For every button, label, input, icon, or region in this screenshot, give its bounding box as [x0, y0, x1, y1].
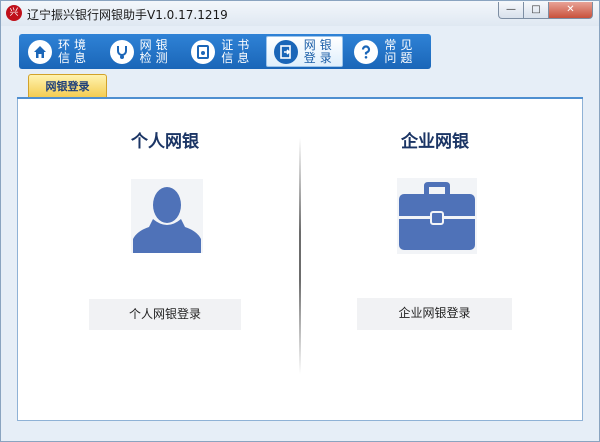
toolbar-item-label: 网银 检测	[139, 37, 172, 65]
person-icon	[131, 179, 203, 253]
corporate-banking-title: 企业网银	[401, 132, 469, 152]
personal-banking-title: 个人网银	[131, 132, 199, 152]
close-button[interactable]: ✕	[549, 2, 593, 19]
login-icon	[273, 39, 298, 64]
tab-online-banking-login[interactable]: 网银登录	[28, 74, 107, 99]
app-window: 兴 辽宁振兴银行网银助手V1.0.17.1219 — □ ✕ 环境 信息 网银 检测	[0, 0, 600, 442]
minimize-button[interactable]: —	[498, 2, 524, 19]
tab-underline	[17, 97, 583, 99]
toolbar-item-label: 证书 信息	[221, 37, 254, 65]
corporate-login-button[interactable]: 企业网银登录	[357, 298, 512, 330]
toolbar-item-label: 常见 问题	[384, 37, 417, 65]
main-toolbar: 环境 信息 网银 检测 证书 信息 网银 登录 常见 问题	[19, 34, 431, 69]
briefcase-icon	[397, 178, 477, 254]
maximize-button[interactable]: □	[524, 2, 549, 19]
section-divider	[299, 138, 301, 374]
toolbar-item-certificate-info[interactable]: 证书 信息	[184, 36, 262, 67]
window-controls: — □ ✕	[498, 2, 593, 19]
title-bar[interactable]: 兴 辽宁振兴银行网银助手V1.0.17.1219 — □ ✕	[1, 1, 599, 26]
toolbar-item-environment-info[interactable]: 环境 信息	[21, 36, 99, 67]
stethoscope-icon	[109, 39, 134, 64]
toolbar-item-label: 网银 登录	[303, 37, 336, 65]
personal-login-button[interactable]: 个人网银登录	[89, 299, 241, 330]
toolbar-item-online-banking-check[interactable]: 网银 检测	[103, 36, 181, 67]
toolbar-item-faq[interactable]: 常见 问题	[347, 36, 425, 67]
question-icon	[354, 39, 379, 64]
bank-logo-icon: 兴	[6, 5, 22, 21]
toolbar-item-label: 环境 信息	[58, 37, 91, 65]
window-title: 辽宁振兴银行网银助手V1.0.17.1219	[27, 8, 228, 22]
toolbar-item-online-banking-login[interactable]: 网银 登录	[265, 36, 344, 67]
certificate-icon	[191, 39, 216, 64]
house-icon	[28, 39, 52, 64]
